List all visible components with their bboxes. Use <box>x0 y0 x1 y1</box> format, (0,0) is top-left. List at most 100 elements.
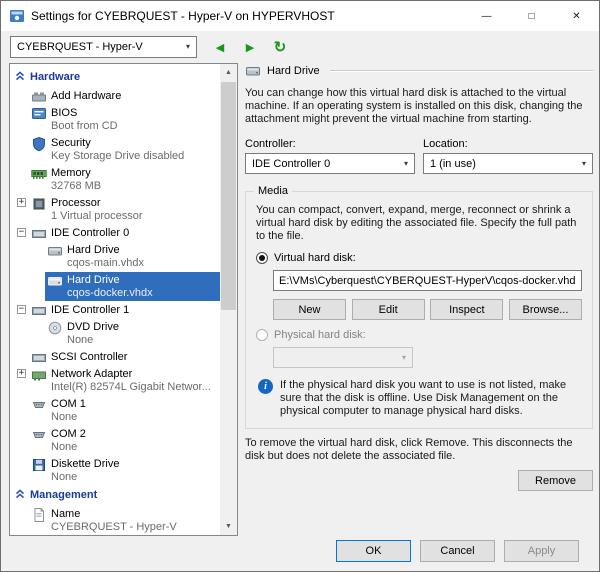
network-adapter-icon <box>31 367 47 383</box>
titlebar: Settings for CYEBRQUEST - Hyper-V on HYP… <box>1 1 599 31</box>
tree-item-label: COM 2 <box>51 427 86 441</box>
tree-item-sublabel: 1 Virtual processor <box>51 210 143 223</box>
vm-selector-value: CYEBRQUEST - Hyper-V <box>17 41 143 53</box>
forward-button[interactable]: ▶ <box>240 37 260 57</box>
apply-button: Apply <box>504 540 579 562</box>
nav-buttons: ◀ ▶ ↻ <box>210 37 290 57</box>
tree-scrollbar[interactable]: ▲ ▼ <box>220 64 237 535</box>
media-group-label: Media <box>254 185 292 197</box>
diskette-icon <box>31 457 47 473</box>
tree-item-com-2[interactable]: COM 2 None <box>10 425 220 455</box>
edit-button[interactable]: Edit <box>352 299 425 320</box>
tree-section-hardware[interactable]: Hardware <box>10 67 220 87</box>
physical-disk-info: i If the physical hard disk you want to … <box>256 379 582 418</box>
tree-item-label: Diskette Drive <box>51 457 119 471</box>
browse-button[interactable]: Browse... <box>509 299 582 320</box>
panel-title: Hard Drive <box>267 65 320 77</box>
tree-expander[interactable]: − <box>17 305 26 314</box>
maximize-button[interactable]: □ <box>509 1 554 31</box>
tree-item-hard-drive-docker-selected[interactable]: Hard Drive cqos-docker.vhdx <box>10 271 220 301</box>
virtual-hard-disk-radio[interactable] <box>256 252 268 264</box>
tree-item-label: Processor <box>51 196 143 210</box>
controller-icon <box>31 226 47 242</box>
processor-icon <box>31 196 47 212</box>
tree-item-diskette-drive[interactable]: Diskette Drive None <box>10 455 220 485</box>
vm-selector-combobox[interactable]: CYEBRQUEST - Hyper-V ▾ <box>10 36 197 58</box>
refresh-button[interactable]: ↻ <box>270 37 290 57</box>
tree-item-processor[interactable]: + Processor 1 Virtual processor <box>10 194 220 224</box>
tree-item-com-1[interactable]: COM 1 None <box>10 395 220 425</box>
cancel-button[interactable]: Cancel <box>420 540 495 562</box>
caption-buttons: — □ ✕ <box>464 1 599 31</box>
tree-item-add-hardware[interactable]: Add Hardware <box>10 87 220 104</box>
remove-button[interactable]: Remove <box>518 470 593 491</box>
tree-item-label: Memory <box>51 166 101 180</box>
tree-item-sublabel: Intel(R) 82574L Gigabit Networ... <box>51 381 211 394</box>
tree-item-security[interactable]: Security Key Storage Drive disabled <box>10 134 220 164</box>
tree-item-label: Name <box>51 507 177 521</box>
tree-item-network-adapter[interactable]: + Network Adapter Intel(R) 82574L Gigabi… <box>10 365 220 395</box>
tree-item-label: Add Hardware <box>51 89 121 103</box>
controller-icon <box>31 350 47 366</box>
add-hardware-icon <box>31 89 47 105</box>
name-file-icon <box>31 507 47 523</box>
physical-hard-disk-label: Physical hard disk: <box>274 329 366 341</box>
remove-help-text: To remove the virtual hard disk, click R… <box>245 437 593 463</box>
location-combobox[interactable]: 1 (in use) ▾ <box>423 153 593 174</box>
tree-item-sublabel: cqos-main.vhdx <box>67 257 144 270</box>
tree-item-ide-controller-0[interactable]: − IDE Controller 0 <box>10 224 220 241</box>
location-value: 1 (in use) <box>430 158 476 170</box>
tree-item-label: Hard Drive <box>67 273 153 287</box>
inspect-button[interactable]: Inspect <box>430 299 503 320</box>
tree-section-management[interactable]: Management <box>10 485 220 505</box>
dvd-drive-icon <box>47 320 63 336</box>
disk-action-buttons: New Edit Inspect Browse... <box>273 299 582 320</box>
hard-drive-icon <box>47 243 63 259</box>
hardware-tree: Hardware Add Hardware BIOS Boot from CD <box>9 63 238 536</box>
physical-hard-disk-option: Physical hard disk: <box>256 329 582 341</box>
close-button[interactable]: ✕ <box>554 1 599 31</box>
tree-item-sublabel: cqos-docker.vhdx <box>67 287 153 300</box>
toolbar: CYEBRQUEST - Hyper-V ▾ ◀ ▶ ↻ <box>1 32 599 62</box>
new-button[interactable]: New <box>273 299 346 320</box>
tree-item-label: IDE Controller 0 <box>51 226 129 240</box>
header-rule <box>330 70 593 72</box>
tree-item-hard-drive-main[interactable]: Hard Drive cqos-main.vhdx <box>10 241 220 271</box>
minimize-button[interactable]: — <box>464 1 509 31</box>
tree-item-name[interactable]: Name CYEBRQUEST - Hyper-V <box>10 505 220 535</box>
physical-disk-combobox: ▾ <box>273 347 413 368</box>
scroll-up-button[interactable]: ▲ <box>220 64 237 81</box>
tree-item-bios[interactable]: BIOS Boot from CD <box>10 104 220 134</box>
hyperv-settings-icon <box>9 8 25 24</box>
tree-item-sublabel: None <box>51 441 86 454</box>
scroll-down-button[interactable]: ▼ <box>220 518 237 535</box>
tree-item-memory[interactable]: Memory 32768 MB <box>10 164 220 194</box>
info-icon: i <box>258 379 273 394</box>
tree-item-sublabel: Key Storage Drive disabled <box>51 150 184 163</box>
tree-expander[interactable]: + <box>17 198 26 207</box>
tree-expander[interactable]: − <box>17 228 26 237</box>
physical-disk-info-text: If the physical hard disk you want to us… <box>280 379 582 418</box>
location-label: Location: <box>423 138 593 150</box>
section-label: Hardware <box>30 71 80 83</box>
panel-intro-text: You can change how this virtual hard dis… <box>245 87 593 126</box>
tree-expander[interactable]: + <box>17 369 26 378</box>
media-groupbox: Media You can compact, convert, expand, … <box>245 191 593 429</box>
ok-button[interactable]: OK <box>336 540 411 562</box>
back-button[interactable]: ◀ <box>210 37 230 57</box>
tree-item-ide-controller-1[interactable]: − IDE Controller 1 <box>10 301 220 318</box>
scrollbar-thumb[interactable] <box>221 82 236 310</box>
tree-item-label: DVD Drive <box>67 320 119 334</box>
com-port-icon <box>31 397 47 413</box>
com-port-icon <box>31 427 47 443</box>
chevron-down-icon: ▾ <box>582 160 586 168</box>
tree-item-scsi-controller[interactable]: SCSI Controller <box>10 348 220 365</box>
virtual-disk-path-input[interactable] <box>273 270 582 291</box>
virtual-hard-disk-label: Virtual hard disk: <box>274 252 356 264</box>
controller-combobox[interactable]: IDE Controller 0 ▾ <box>245 153 415 174</box>
tree-item-sublabel: 32768 MB <box>51 180 101 193</box>
tree-item-dvd-drive[interactable]: DVD Drive None <box>10 318 220 348</box>
dialog-footer: OK Cancel Apply <box>336 540 579 562</box>
chevron-down-icon: ▾ <box>402 354 406 362</box>
physical-hard-disk-radio <box>256 329 268 341</box>
